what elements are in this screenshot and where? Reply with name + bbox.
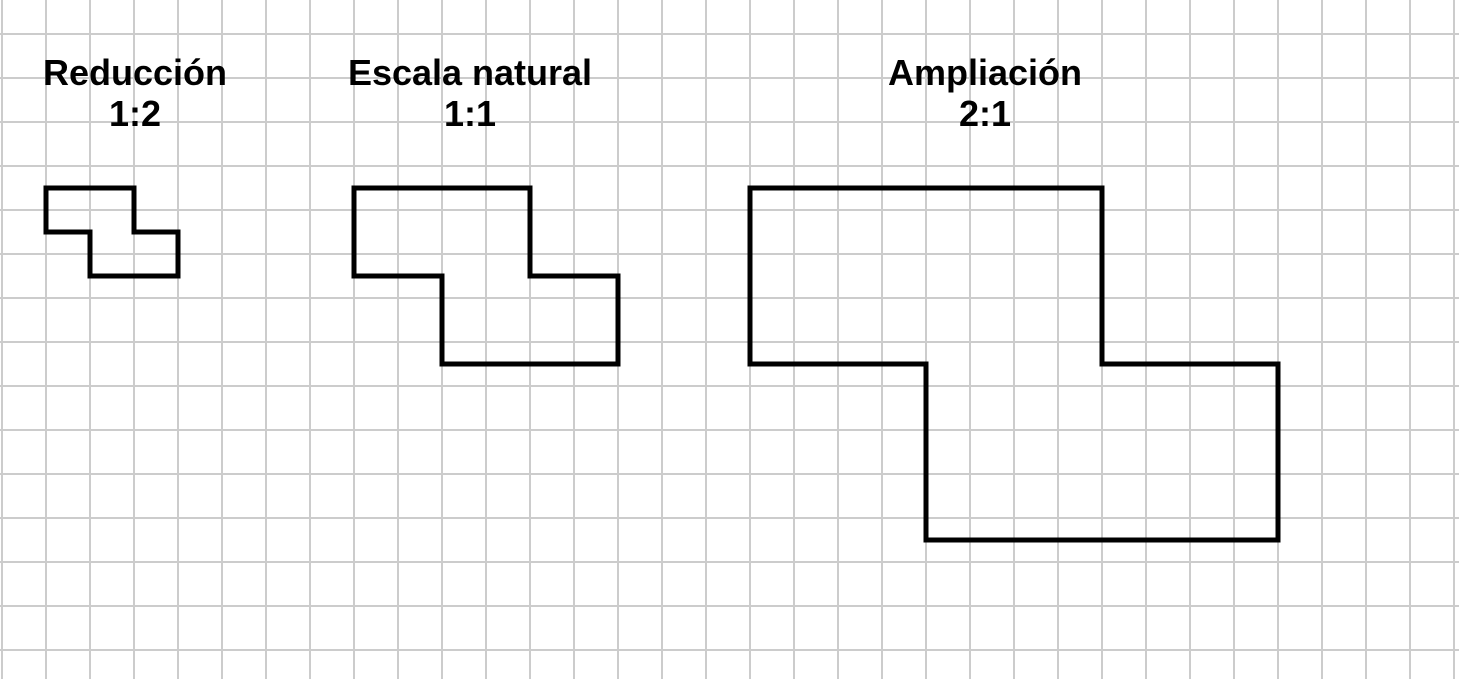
shape-ampliation — [750, 188, 1278, 540]
shape-natural — [354, 188, 618, 364]
shapes-layer — [0, 0, 1459, 679]
shape-reduction — [46, 188, 178, 276]
